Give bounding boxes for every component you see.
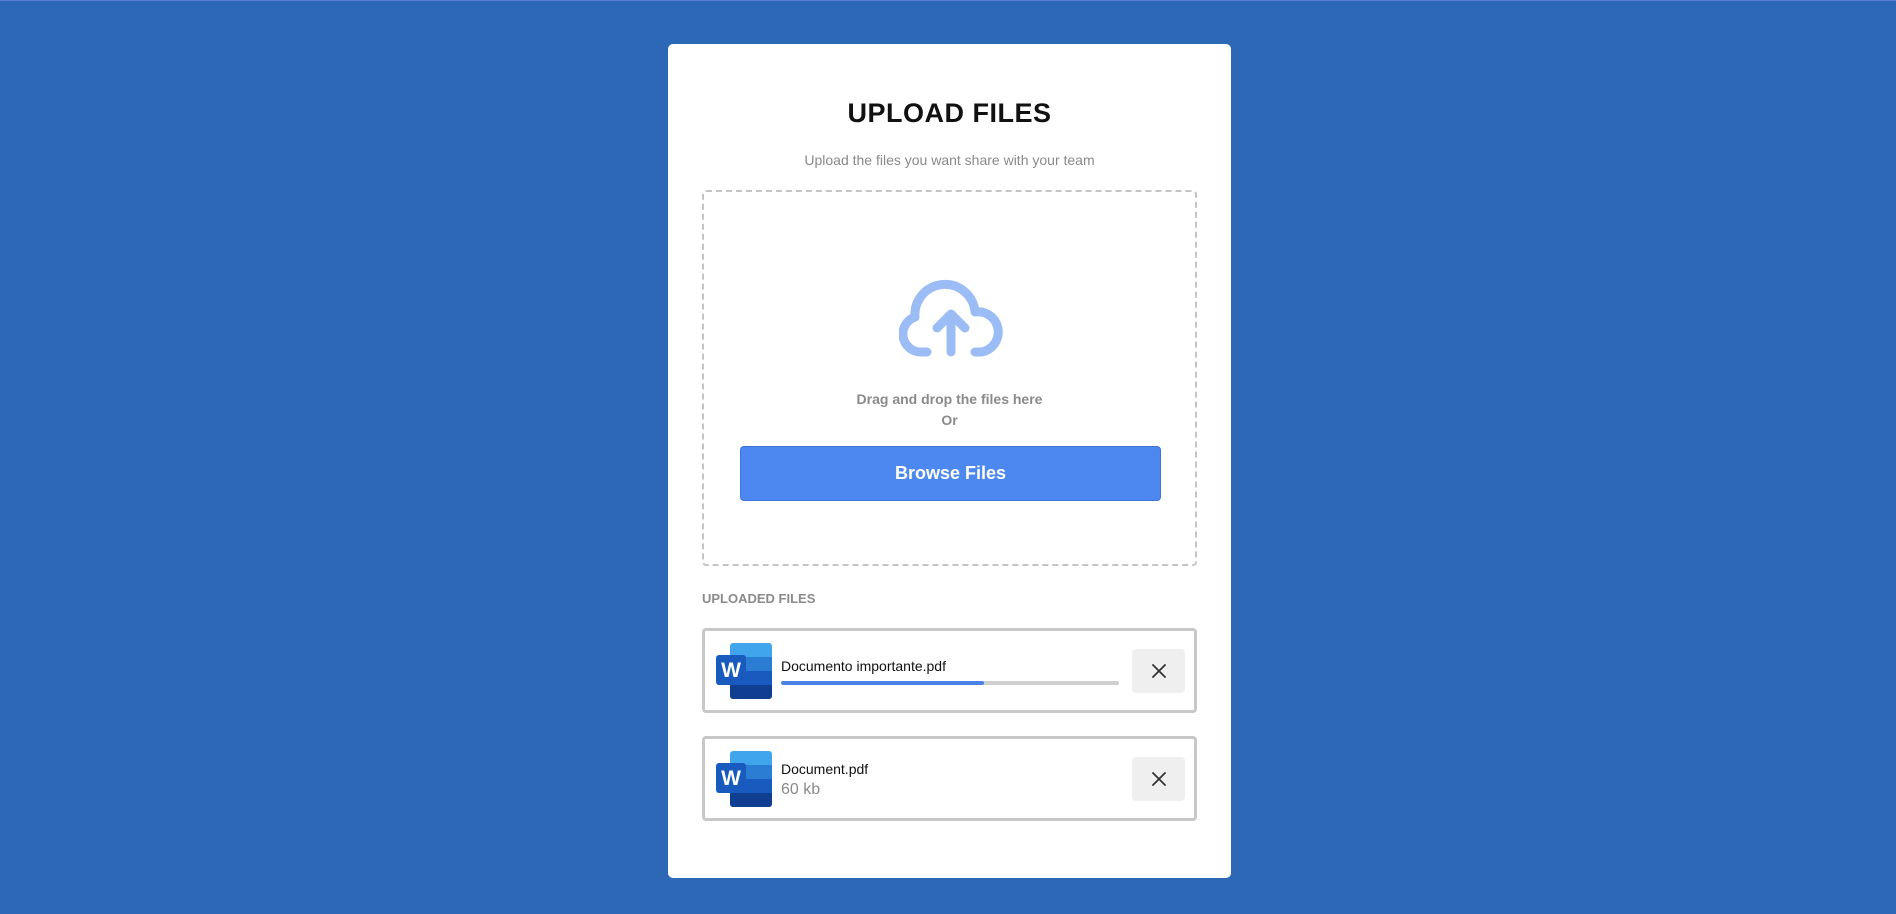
file-size: 60 kb xyxy=(781,781,821,798)
or-separator: Or xyxy=(941,412,958,428)
file-item: W Document.pdf 60 kb xyxy=(702,736,1197,821)
browse-files-button[interactable]: Browse Files xyxy=(740,446,1161,501)
close-icon xyxy=(1151,664,1166,678)
svg-text:W: W xyxy=(721,659,741,682)
cloud-upload-icon xyxy=(899,279,1003,357)
word-document-icon: W xyxy=(716,751,772,807)
upload-progress-fill xyxy=(781,681,984,685)
remove-file-button[interactable] xyxy=(1132,757,1185,801)
svg-text:W: W xyxy=(721,767,741,790)
drop-zone[interactable]: Drag and drop the files here Or Browse F… xyxy=(702,190,1197,566)
upload-card: UPLOAD FILES Upload the files you want s… xyxy=(668,44,1231,878)
word-document-icon: W xyxy=(716,643,772,699)
top-border xyxy=(0,0,1896,1)
uploaded-files-heading: UPLOADED FILES xyxy=(702,591,816,606)
file-name: Documento importante.pdf xyxy=(781,658,946,674)
upload-progress-bar xyxy=(781,681,1119,685)
close-icon xyxy=(1151,772,1166,786)
file-name: Document.pdf xyxy=(781,761,869,777)
remove-file-button[interactable] xyxy=(1132,649,1185,693)
file-item: W Documento importante.pdf xyxy=(702,628,1197,713)
page-subtitle: Upload the files you want share with you… xyxy=(804,152,1095,168)
page-title: UPLOAD FILES xyxy=(847,98,1052,128)
drag-drop-hint: Drag and drop the files here xyxy=(856,391,1043,407)
